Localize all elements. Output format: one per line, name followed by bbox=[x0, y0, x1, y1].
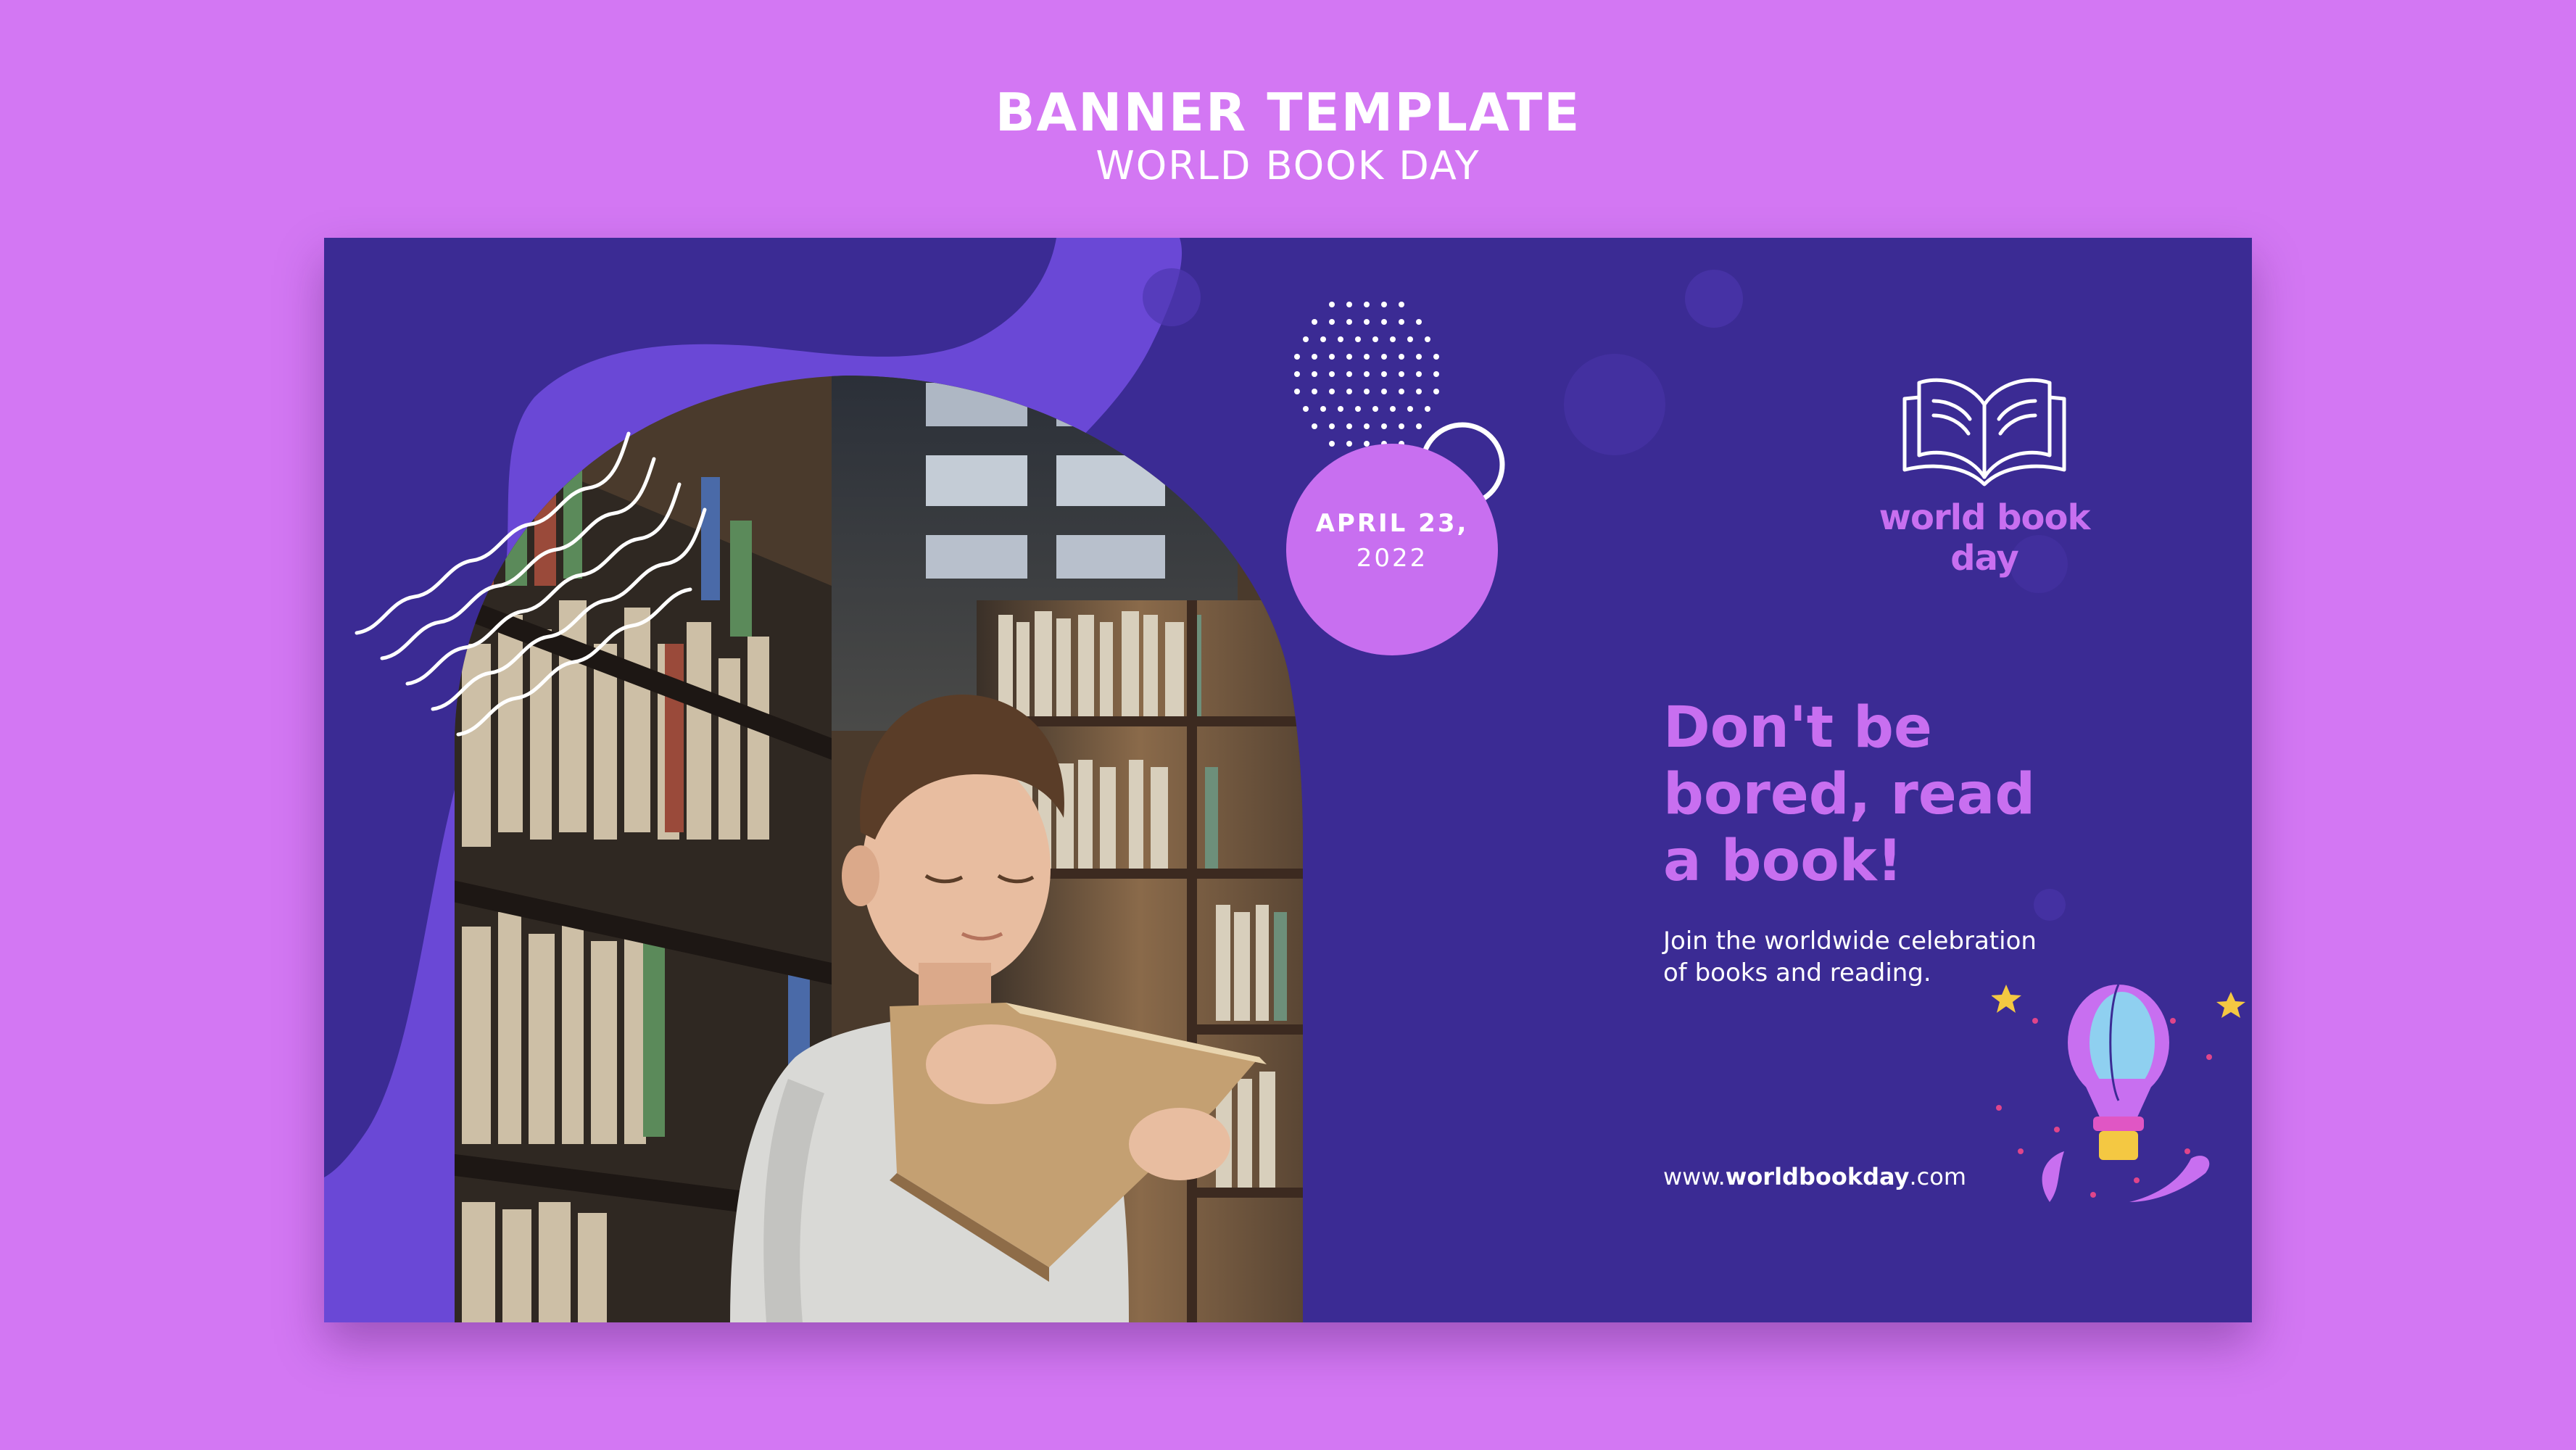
banner: APRIL 23, 2022 world book day Don't be b… bbox=[324, 238, 2252, 1322]
description-line-1: Join the worldwide celebration bbox=[1663, 927, 2037, 956]
header-title: BANNER TEMPLATE bbox=[995, 82, 1581, 143]
header-subtitle: WORLD BOOK DAY bbox=[1096, 143, 1480, 188]
headline: Don't be bored, read a book! bbox=[1663, 695, 2127, 895]
headline-line-2: bored, read bbox=[1663, 762, 2036, 827]
website-suffix: .com bbox=[1909, 1163, 1966, 1190]
headline-line-3: a book! bbox=[1663, 829, 1903, 894]
hot-air-balloon-icon bbox=[1992, 984, 2245, 1202]
world-book-day-logo: world book day bbox=[1839, 368, 2129, 579]
event-date-day: APRIL 23, bbox=[1315, 509, 1469, 538]
logo-text: world book day bbox=[1879, 497, 2091, 579]
website-domain: worldbookday bbox=[1725, 1163, 1910, 1190]
event-date-badge: APRIL 23, 2022 bbox=[1286, 444, 1498, 655]
event-date-year: 2022 bbox=[1356, 544, 1428, 573]
website-prefix: www. bbox=[1663, 1163, 1726, 1190]
page-header: BANNER TEMPLATE WORLD BOOK DAY bbox=[0, 80, 2576, 190]
open-book-icon bbox=[1902, 378, 2066, 486]
website-link[interactable]: www.worldbookday.com bbox=[1663, 1163, 1966, 1190]
headline-line-1: Don't be bbox=[1663, 695, 1932, 761]
